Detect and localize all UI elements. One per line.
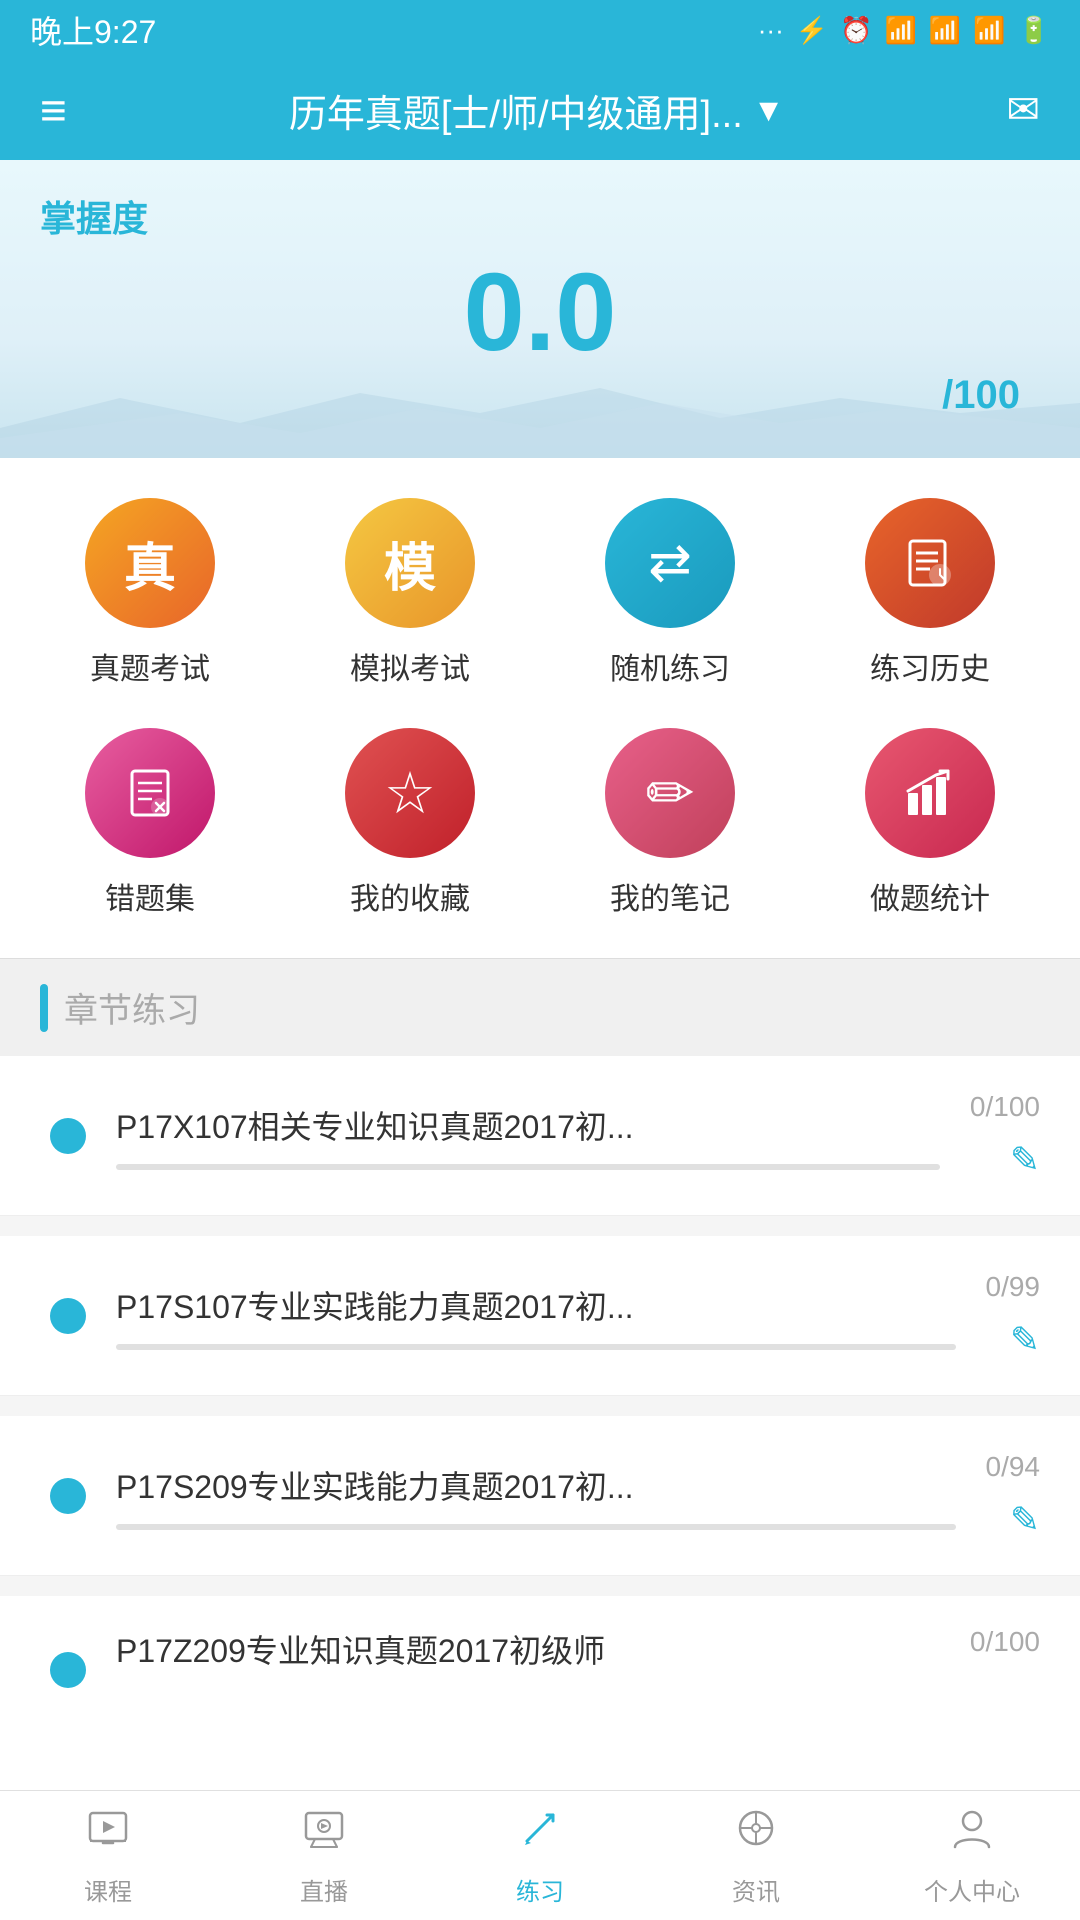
function-tongji[interactable]: 做题统计 (810, 728, 1050, 918)
wode-icon (949, 1805, 995, 1862)
header-title-area[interactable]: 历年真题[士/师/中级通用]... ▼ (289, 83, 785, 138)
tongji-icon (865, 728, 995, 858)
mountain-decoration (0, 378, 1080, 458)
list-separator-3 (0, 1576, 1080, 1596)
mastery-score: 0.0 (40, 252, 1040, 373)
function-lianxihistory[interactable]: 练习历史 (810, 498, 1050, 688)
list-container: P17X107相关专业知识真题2017初... 0/100 ✎ P17S107专… (0, 1056, 1080, 1879)
list-dot-2 (50, 1298, 86, 1334)
zixun-label: 资讯 (732, 1872, 780, 1907)
list-right-4: 0/100 (970, 1626, 1040, 1658)
function-shoucang[interactable]: ☆ 我的收藏 (290, 728, 530, 918)
status-time: 晚上9:27 (30, 7, 156, 53)
signal2-icon: 📶 (929, 15, 961, 46)
list-separator-2 (0, 1396, 1080, 1416)
biji-label: 我的笔记 (610, 874, 730, 918)
function-cuoti[interactable]: 错题集 (30, 728, 270, 918)
list-count-4: 0/100 (970, 1626, 1040, 1658)
moni-icon: 模 (345, 498, 475, 628)
suiji-icon: ⇄ (605, 498, 735, 628)
nav-kecheng[interactable]: 课程 (0, 1805, 216, 1907)
kecheng-label: 课程 (84, 1872, 132, 1907)
tongji-label: 做题统计 (870, 874, 990, 918)
dots-icon: ··· (758, 15, 784, 46)
battery-icon: 🔋 (1018, 15, 1050, 46)
nav-zixun[interactable]: 资讯 (648, 1805, 864, 1907)
function-moni[interactable]: 模 模拟考试 (290, 498, 530, 688)
lianxi-history-icon (865, 498, 995, 628)
bluetooth-icon: ⚡ (796, 15, 828, 46)
list-separator-1 (0, 1216, 1080, 1236)
app-header: ≡ 历年真题[士/师/中级通用]... ▼ ✉ (0, 60, 1080, 160)
list-progress-bar-1 (116, 1164, 940, 1170)
function-biji[interactable]: ✏ 我的笔记 (550, 728, 790, 918)
function-grid: 真 真题考试 模 模拟考试 ⇄ 随机练习 练习历史 (0, 458, 1080, 958)
list-content-2: P17S107专业实践能力真题2017初... (116, 1282, 956, 1350)
alarm-icon: ⏰ (840, 15, 872, 46)
signal1-icon: 📶 (885, 15, 917, 46)
chapter-header: 章节练习 (0, 958, 1080, 1056)
list-dot-1 (50, 1118, 86, 1154)
function-zhenti[interactable]: 真 真题考试 (30, 498, 270, 688)
mastery-section: 掌握度 0.0 /100 (0, 160, 1080, 458)
zhibo-label: 直播 (300, 1872, 348, 1907)
nav-zhibo[interactable]: 直播 (216, 1805, 432, 1907)
cuoti-label: 错题集 (105, 874, 195, 918)
list-count-1: 0/100 (970, 1091, 1040, 1123)
edit-icon-3[interactable]: ✎ (1010, 1499, 1040, 1541)
mastery-label: 掌握度 (40, 190, 1040, 242)
lianxi-icon (517, 1805, 563, 1862)
menu-icon[interactable]: ≡ (40, 87, 67, 133)
lianxi-label: 练习 (516, 1872, 564, 1907)
list-right-2: 0/99 ✎ (986, 1271, 1041, 1361)
list-content-4: P17Z209专业知识真题2017初级师 (116, 1626, 940, 1718)
nav-lianxi[interactable]: 练习 (432, 1805, 648, 1907)
list-count-3: 0/94 (986, 1451, 1041, 1483)
header-title-text: 历年真题[士/师/中级通用]... (289, 83, 743, 138)
list-right-1: 0/100 ✎ (970, 1091, 1040, 1181)
list-title-4: P17Z209专业知识真题2017初级师 (116, 1626, 940, 1672)
list-progress-bar-3 (116, 1524, 956, 1530)
list-dot-3 (50, 1478, 86, 1514)
list-item[interactable]: P17X107相关专业知识真题2017初... 0/100 ✎ (0, 1056, 1080, 1216)
zhenti-icon: 真 (85, 498, 215, 628)
edit-icon-1[interactable]: ✎ (1010, 1139, 1040, 1181)
zhenti-label: 真题考试 (90, 644, 210, 688)
list-title-2: P17S107专业实践能力真题2017初... (116, 1282, 956, 1328)
wode-label: 个人中心 (924, 1872, 1020, 1907)
list-count-2: 0/99 (986, 1271, 1041, 1303)
list-right-3: 0/94 ✎ (986, 1451, 1041, 1541)
nav-wode[interactable]: 个人中心 (864, 1805, 1080, 1907)
kecheng-icon (85, 1805, 131, 1862)
edit-icon-2[interactable]: ✎ (1010, 1319, 1040, 1361)
list-title-3: P17S209专业实践能力真题2017初... (116, 1462, 956, 1508)
biji-icon: ✏ (605, 728, 735, 858)
wifi-icon: 📶 (973, 15, 1005, 46)
list-dot-4 (50, 1652, 86, 1688)
list-content-3: P17S209专业实践能力真题2017初... (116, 1462, 956, 1530)
suiji-label: 随机练习 (610, 644, 730, 688)
status-icons: ··· ⚡ ⏰ 📶 📶 📶 🔋 (758, 15, 1050, 46)
list-content-1: P17X107相关专业知识真题2017初... (116, 1102, 940, 1170)
list-item[interactable]: P17S107专业实践能力真题2017初... 0/99 ✎ (0, 1236, 1080, 1396)
list-title-1: P17X107相关专业知识真题2017初... (116, 1102, 940, 1148)
cuoti-icon (85, 728, 215, 858)
bottom-nav: 课程 直播 练习 (0, 1790, 1080, 1920)
zixun-icon (733, 1805, 779, 1862)
chapter-bar-decoration (40, 984, 48, 1032)
list-progress-bar-2 (116, 1344, 956, 1350)
list-item[interactable]: P17S209专业实践能力真题2017初... 0/94 ✎ (0, 1416, 1080, 1576)
function-suiji[interactable]: ⇄ 随机练习 (550, 498, 790, 688)
shoucang-icon: ☆ (345, 728, 475, 858)
chevron-down-icon: ▼ (753, 92, 785, 129)
lianxi-history-label: 练习历史 (870, 644, 990, 688)
status-bar: 晚上9:27 ··· ⚡ ⏰ 📶 📶 📶 🔋 (0, 0, 1080, 60)
chapter-title: 章节练习 (64, 983, 200, 1032)
zhibo-icon (301, 1805, 347, 1862)
moni-label: 模拟考试 (350, 644, 470, 688)
shoucang-label: 我的收藏 (350, 874, 470, 918)
mail-icon[interactable]: ✉ (1006, 87, 1040, 133)
